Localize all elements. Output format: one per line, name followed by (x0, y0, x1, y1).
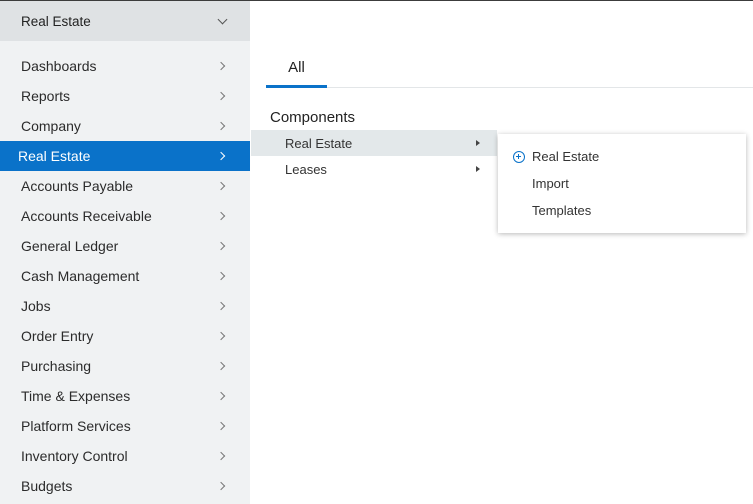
chevron-right-icon (216, 211, 226, 221)
sidebar-item-general-ledger[interactable]: General Ledger (0, 231, 250, 261)
sidebar-item-label: Platform Services (21, 418, 131, 434)
chevron-right-icon (216, 271, 226, 281)
sidebar-item-inventory-control[interactable]: Inventory Control (0, 441, 250, 471)
chevron-right-icon (216, 61, 226, 71)
flyout-menu: Real Estate Import Templates (498, 134, 746, 233)
caret-right-icon (476, 140, 480, 146)
sidebar-item-label: Accounts Payable (21, 178, 134, 194)
sidebar-item-label: Budgets (21, 478, 73, 494)
flyout-item-import[interactable]: Import (532, 176, 569, 191)
sidebar-item-time-expenses[interactable]: Time & Expenses (0, 381, 250, 411)
sidebar-item-label: Order Entry (21, 328, 94, 344)
chevron-right-icon (216, 91, 226, 101)
chevron-right-icon (216, 451, 226, 461)
sidebar-header-label: Real Estate (21, 13, 91, 29)
sidebar-item-order-entry[interactable]: Order Entry (0, 321, 250, 351)
sidebar-item-label: Time & Expenses (21, 388, 131, 404)
tab-label: All (288, 59, 305, 76)
sidebar-item-label: Inventory Control (21, 448, 128, 464)
tab-bar: All (266, 40, 753, 88)
chevron-right-icon (216, 151, 226, 161)
sidebar-item-label: Cash Management (21, 268, 140, 284)
sidebar-item-jobs[interactable]: Jobs (0, 291, 250, 321)
chevron-right-icon (216, 481, 226, 491)
sidebar-item-label: Jobs (21, 298, 51, 314)
component-item-label: Real Estate (285, 135, 353, 151)
sidebar-item-dashboards[interactable]: Dashboards (0, 51, 250, 81)
sidebar-menu: Dashboards Reports Company Real Estate A… (0, 51, 250, 501)
plus-circle-icon[interactable] (513, 151, 525, 163)
sidebar-item-label: Purchasing (21, 358, 92, 374)
chevron-right-icon (216, 361, 226, 371)
sidebar-item-cash-management[interactable]: Cash Management (0, 261, 250, 291)
sidebar-item-label: Dashboards (21, 58, 97, 74)
sidebar-item-platform-services[interactable]: Platform Services (0, 411, 250, 441)
components-heading: Components (270, 109, 356, 126)
chevron-right-icon (216, 331, 226, 341)
component-item-real-estate[interactable]: Real Estate (251, 130, 497, 156)
component-item-label: Leases (285, 161, 327, 177)
sidebar-module-selector[interactable]: Real Estate (0, 1, 250, 41)
chevron-right-icon (216, 241, 226, 251)
sidebar-item-accounts-payable[interactable]: Accounts Payable (0, 171, 250, 201)
flyout-item-real-estate[interactable]: Real Estate (532, 149, 599, 164)
sidebar-item-label: Real Estate (18, 148, 91, 164)
chevron-right-icon (216, 121, 226, 131)
chevron-right-icon (216, 391, 226, 401)
component-item-leases[interactable]: Leases (251, 156, 497, 182)
sidebar-item-purchasing[interactable]: Purchasing (0, 351, 250, 381)
sidebar: Real Estate Dashboards Reports Company R… (0, 1, 250, 504)
chevron-down-icon (217, 14, 228, 24)
sidebar-item-budgets[interactable]: Budgets (0, 471, 250, 501)
sidebar-item-company[interactable]: Company (0, 111, 250, 141)
sidebar-item-label: Company (21, 118, 81, 134)
chevron-right-icon (216, 421, 226, 431)
chevron-right-icon (216, 301, 226, 311)
sidebar-item-reports[interactable]: Reports (0, 81, 250, 111)
sidebar-item-label: Reports (21, 88, 71, 104)
flyout-item-templates[interactable]: Templates (532, 203, 591, 218)
caret-right-icon (476, 166, 480, 172)
tab-all[interactable]: All (266, 58, 327, 88)
sidebar-item-label: Accounts Receivable (21, 208, 152, 224)
sidebar-item-label: General Ledger (21, 238, 119, 254)
sidebar-item-accounts-receivable[interactable]: Accounts Receivable (0, 201, 250, 231)
sidebar-item-real-estate[interactable]: Real Estate (0, 141, 250, 171)
chevron-right-icon (216, 181, 226, 191)
